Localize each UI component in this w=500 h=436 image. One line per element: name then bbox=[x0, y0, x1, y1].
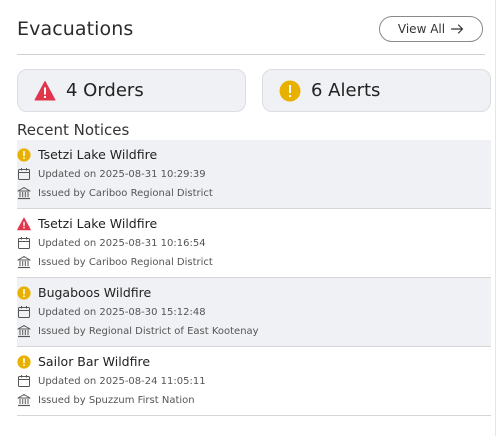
notice-item[interactable]: Tsetzi Lake Wildfire Updated on 2025-08-3… bbox=[17, 140, 491, 209]
notice-issuer-row: Issued by Cariboo Regional District bbox=[17, 255, 213, 269]
notice-updated: Updated on 2025-08-30 15:12:48 bbox=[38, 306, 206, 318]
orders-card[interactable]: 4 Orders bbox=[17, 69, 246, 112]
calendar-icon bbox=[17, 374, 31, 388]
notice-title: Tsetzi Lake Wildfire bbox=[38, 147, 158, 162]
orders-count: 4 Orders bbox=[66, 80, 144, 101]
notice-title: Bugaboos Wildfire bbox=[38, 285, 152, 300]
notice-title-row: Bugaboos Wildfire bbox=[17, 285, 151, 300]
calendar-icon bbox=[17, 167, 31, 181]
calendar-icon bbox=[17, 305, 31, 319]
page-title: Evacuations bbox=[17, 18, 134, 40]
arrow-right-icon bbox=[451, 24, 464, 34]
notice-updated-row: Updated on 2025-08-31 10:29:39 bbox=[17, 167, 206, 181]
alert-circle-icon bbox=[17, 354, 31, 369]
notice-issuer: Issued by Regional District of East Koot… bbox=[38, 325, 259, 337]
notice-updated-row: Updated on 2025-08-24 11:05:11 bbox=[17, 374, 206, 388]
notice-title-row: Sailor Bar Wildfire bbox=[17, 354, 150, 369]
notice-item[interactable]: Tsetzi Lake Wildfire Updated on 2025-08-3… bbox=[17, 209, 491, 278]
view-all-button[interactable]: View All bbox=[379, 16, 483, 42]
government-building-icon bbox=[17, 186, 31, 200]
government-building-icon bbox=[17, 324, 31, 338]
notice-updated-row: Updated on 2025-08-30 15:12:48 bbox=[17, 305, 206, 319]
recent-notices-heading: Recent Notices bbox=[17, 121, 130, 139]
alert-circle-icon bbox=[279, 80, 301, 102]
notice-updated: Updated on 2025-08-31 10:29:39 bbox=[38, 168, 206, 180]
notice-issuer: Issued by Spuzzum First Nation bbox=[38, 394, 195, 406]
notice-title: Sailor Bar Wildfire bbox=[38, 354, 151, 369]
government-building-icon bbox=[17, 255, 31, 269]
notice-updated: Updated on 2025-08-31 10:16:54 bbox=[38, 237, 206, 249]
notice-issuer-row: Issued by Regional District of East Koot… bbox=[17, 324, 259, 338]
notice-updated: Updated on 2025-08-24 11:05:11 bbox=[38, 375, 206, 387]
notice-title: Tsetzi Lake Wildfire bbox=[38, 216, 158, 231]
warning-triangle-icon bbox=[34, 80, 56, 102]
government-building-icon bbox=[17, 393, 31, 407]
alerts-card[interactable]: 6 Alerts bbox=[262, 69, 491, 112]
notice-issuer-row: Issued by Spuzzum First Nation bbox=[17, 393, 195, 407]
notice-item[interactable]: Sailor Bar Wildfire Updated on 2025-08-24… bbox=[17, 347, 491, 416]
notice-issuer: Issued by Cariboo Regional District bbox=[38, 187, 213, 199]
notice-title-row: Tsetzi Lake Wildfire bbox=[17, 216, 157, 231]
notice-issuer: Issued by Cariboo Regional District bbox=[38, 256, 213, 268]
notice-item[interactable]: Bugaboos Wildfire Updated on 2025-08-30 1… bbox=[17, 278, 491, 347]
notice-title-row: Tsetzi Lake Wildfire bbox=[17, 147, 157, 162]
notice-list: Tsetzi Lake Wildfire Updated on 2025-08-3… bbox=[17, 140, 491, 416]
alerts-count: 6 Alerts bbox=[311, 80, 381, 101]
notice-updated-row: Updated on 2025-08-31 10:16:54 bbox=[17, 236, 206, 250]
alert-circle-icon bbox=[17, 147, 31, 162]
alert-circle-icon bbox=[17, 285, 31, 300]
evacuations-panel: Evacuations View All 4 Orders 6 Alerts R… bbox=[0, 0, 496, 436]
notice-issuer-row: Issued by Cariboo Regional District bbox=[17, 186, 213, 200]
view-all-label: View All bbox=[397, 22, 446, 36]
warning-triangle-icon bbox=[17, 217, 31, 231]
calendar-icon bbox=[17, 236, 31, 250]
panel-header: Evacuations View All bbox=[17, 16, 485, 55]
